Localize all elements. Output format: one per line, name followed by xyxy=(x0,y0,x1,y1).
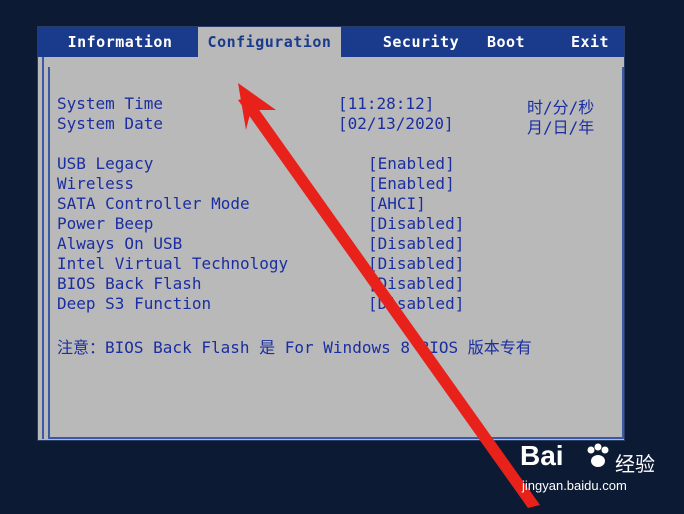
red-arrow-annotation xyxy=(238,83,540,508)
watermark-url: jingyan.baidu.com xyxy=(522,478,627,493)
paw-icon xyxy=(587,443,609,467)
baidu-watermark: Bai 经验 jingyan.baidu.com xyxy=(520,440,670,500)
baidu-logo: Bai xyxy=(520,440,564,471)
jingyan-label: 经验 xyxy=(615,452,655,476)
